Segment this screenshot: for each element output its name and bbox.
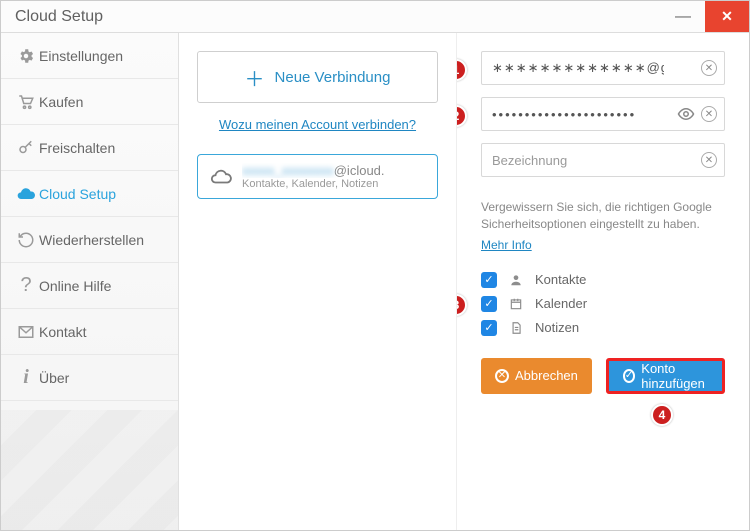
sidebar-item-label: Cloud Setup <box>39 186 116 202</box>
annotation-badge-2: 2 <box>457 105 467 127</box>
sidebar-item-label: Wiederherstellen <box>39 232 144 248</box>
clear-email-icon[interactable]: ✕ <box>701 60 717 76</box>
check-contacts[interactable]: ✓ Kontakte <box>481 272 725 288</box>
sidebar-item-unlock[interactable]: Freischalten <box>1 125 178 171</box>
close-button[interactable]: ✕ <box>705 1 749 32</box>
password-field-wrap: ✕ <box>481 97 725 131</box>
app-window: Cloud Setup — ✕ Einstellungen Kaufen <box>0 0 750 531</box>
new-connection-label: Neue Verbindung <box>275 69 391 86</box>
security-note: Vergewissern Sie sich, die richtigen Goo… <box>481 199 725 233</box>
account-card-icloud[interactable]: xxxxx_xxxxxxxx@icloud. Kontakte, Kalende… <box>197 154 438 199</box>
account-subtitle: Kontakte, Kalender, Notizen <box>242 178 385 190</box>
sidebar-item-settings[interactable]: Einstellungen <box>1 33 178 79</box>
sidebar-item-about[interactable]: i Über <box>1 355 178 401</box>
check-notes[interactable]: ✓ Notizen <box>481 320 725 336</box>
mail-icon <box>13 323 39 341</box>
sidebar-item-label: Kaufen <box>39 94 83 110</box>
label-field-wrap: ✕ <box>481 143 725 177</box>
window-controls: — ✕ <box>661 1 749 32</box>
cloud-icon <box>210 166 232 188</box>
account-address: xxxxx_xxxxxxxx@icloud. <box>242 163 385 178</box>
info-icon: i <box>13 366 39 389</box>
cancel-label: Abbrechen <box>515 368 578 383</box>
sidebar-item-help[interactable]: ? Online Hilfe <box>1 263 178 309</box>
reveal-password-icon[interactable] <box>677 105 695 123</box>
sidebar-item-buy[interactable]: Kaufen <box>1 79 178 125</box>
annotation-badge-3: 3 <box>457 294 467 316</box>
sidebar-item-restore[interactable]: Wiederherstellen <box>1 217 178 263</box>
checkbox-icon: ✓ <box>481 320 497 336</box>
sidebar-item-label: Freischalten <box>39 140 115 156</box>
cancel-icon: ✕ <box>495 369 509 383</box>
add-account-button[interactable]: ✓ Konto hinzufügen <box>606 358 725 394</box>
calendar-icon <box>507 297 525 311</box>
sidebar: Einstellungen Kaufen Freischalten Cloud … <box>1 33 179 530</box>
sidebar-item-contact[interactable]: Kontakt <box>1 309 178 355</box>
sidebar-item-label: Online Hilfe <box>39 278 111 294</box>
label-input[interactable] <box>481 143 725 177</box>
sync-options: 3 ✓ Kontakte ✓ Kalender ✓ <box>481 272 725 336</box>
notes-icon <box>507 321 525 335</box>
question-icon: ? <box>13 274 39 297</box>
button-row: ✕ Abbrechen ✓ Konto hinzufügen 4 <box>481 358 725 394</box>
middle-pane: ＋ Neue Verbindung Wozu meinen Account ve… <box>179 33 457 530</box>
titlebar: Cloud Setup — ✕ <box>1 1 749 33</box>
right-pane: 1 2 ✕ ✕ ✕ <box>457 33 749 530</box>
checkbox-icon: ✓ <box>481 272 497 288</box>
gear-icon <box>13 47 39 65</box>
clear-label-icon[interactable]: ✕ <box>701 152 717 168</box>
cloud-icon <box>13 184 39 204</box>
check-circle-icon: ✓ <box>623 369 635 383</box>
sidebar-item-label: Einstellungen <box>39 48 123 64</box>
account-info: xxxxx_xxxxxxxx@icloud. Kontakte, Kalende… <box>242 163 385 190</box>
sidebar-item-label: Über <box>39 370 69 386</box>
window-body: Einstellungen Kaufen Freischalten Cloud … <box>1 33 749 530</box>
person-icon <box>507 273 525 287</box>
email-input[interactable] <box>481 51 725 85</box>
check-label: Kalender <box>535 296 587 311</box>
new-connection-button[interactable]: ＋ Neue Verbindung <box>197 51 438 103</box>
restore-icon <box>13 231 39 249</box>
annotation-badge-1: 1 <box>457 59 467 81</box>
plus-icon: ＋ <box>245 63 265 92</box>
why-connect-link[interactable]: Wozu meinen Account verbinden? <box>197 117 438 132</box>
window-title: Cloud Setup <box>15 8 103 26</box>
clear-password-icon[interactable]: ✕ <box>701 106 717 122</box>
check-label: Kontakte <box>535 272 586 287</box>
sidebar-item-cloud-setup[interactable]: Cloud Setup <box>1 171 178 217</box>
add-label: Konto hinzufügen <box>641 361 708 391</box>
more-info-link[interactable]: Mehr Info <box>481 238 532 252</box>
check-calendar[interactable]: ✓ Kalender <box>481 296 725 312</box>
cancel-button[interactable]: ✕ Abbrechen <box>481 358 592 394</box>
check-label: Notizen <box>535 320 579 335</box>
email-field-wrap: ✕ <box>481 51 725 85</box>
annotation-badge-4: 4 <box>651 404 673 426</box>
key-icon <box>13 139 39 157</box>
cart-icon <box>13 93 39 111</box>
sidebar-item-label: Kontakt <box>39 324 86 340</box>
checkbox-icon: ✓ <box>481 296 497 312</box>
minimize-button[interactable]: — <box>661 1 705 32</box>
